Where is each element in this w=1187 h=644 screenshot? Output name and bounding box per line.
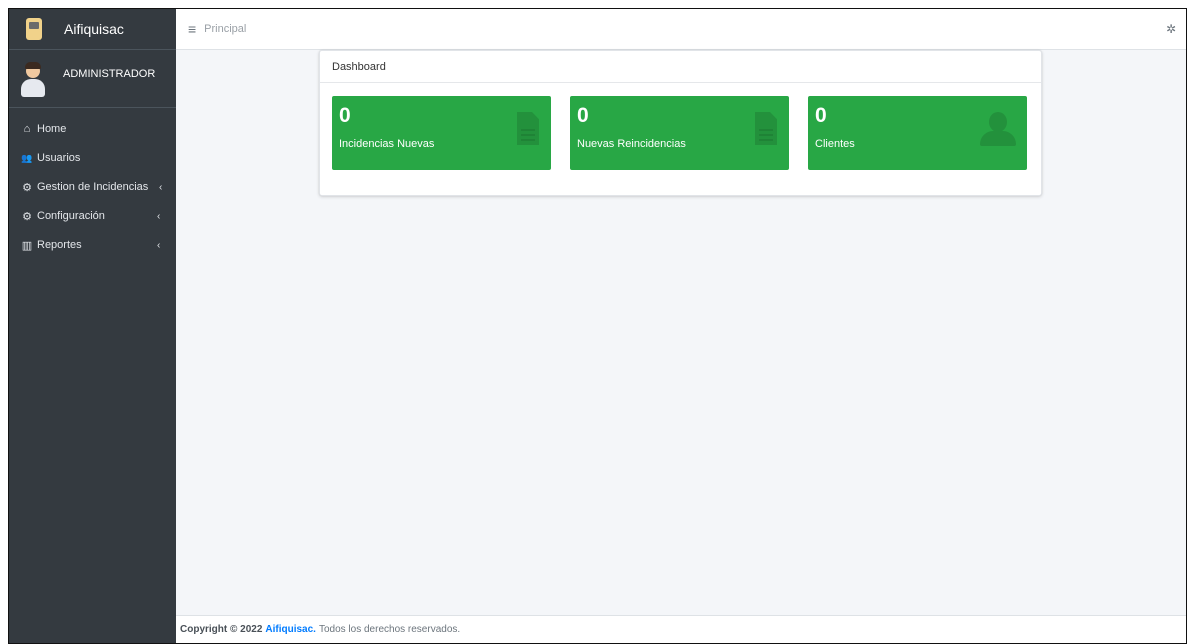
- breadcrumb[interactable]: Principal: [204, 23, 246, 35]
- copyright-text: Copyright © 2022: [180, 624, 263, 635]
- sidebar-item-label: Home: [37, 123, 67, 135]
- stat-label: Nuevas Reincidencias: [577, 138, 686, 150]
- footer-brand-link[interactable]: Aifiquisac.: [265, 624, 316, 635]
- document-icon: [517, 112, 539, 145]
- stat-box-clientes[interactable]: 0 Clientes: [808, 96, 1027, 170]
- sidebar: Aifiquisac ADMINISTRADOR ⌂ Home 👥 Usuari…: [9, 9, 176, 643]
- stat-box-incidencias-nuevas[interactable]: 0 Incidencias Nuevas: [332, 96, 551, 170]
- sidebar-item-gestion-incidencias[interactable]: ⚙ Gestion de Incidencias ‹: [9, 176, 176, 198]
- brand[interactable]: Aifiquisac: [9, 9, 176, 50]
- sidebar-item-label: Usuarios: [37, 152, 81, 164]
- sidebar-item-reportes[interactable]: ▥ Reportes ‹: [9, 234, 176, 256]
- stat-label: Incidencias Nuevas: [339, 138, 435, 150]
- users-icon: 👥: [21, 152, 33, 163]
- chevron-left-icon: ‹: [157, 239, 161, 251]
- user-icon: [980, 112, 1016, 146]
- chevron-left-icon: ‹: [159, 181, 163, 193]
- brand-name: Aifiquisac: [64, 21, 124, 37]
- chart-icon: ▥: [21, 239, 33, 252]
- footer-rights: Todos los derechos reservados.: [318, 624, 461, 635]
- user-name: ADMINISTRADOR: [63, 68, 156, 80]
- sidebar-item-configuracion[interactable]: ⚙ Configuración ‹: [9, 205, 176, 227]
- chevron-left-icon: ‹: [157, 210, 161, 222]
- stat-label: Clientes: [815, 138, 855, 150]
- menu-toggle-icon[interactable]: ≡: [188, 21, 196, 37]
- stat-box-nuevas-reincidencias[interactable]: 0 Nuevas Reincidencias: [570, 96, 789, 170]
- sidebar-item-label: Gestion de Incidencias: [37, 181, 149, 193]
- cogs-icon: ⚙: [22, 181, 32, 194]
- brand-logo-icon: [26, 18, 42, 40]
- avatar: [19, 62, 47, 98]
- app-frame: Aifiquisac ADMINISTRADOR ⌂ Home 👥 Usuari…: [8, 8, 1187, 644]
- footer: Copyright © 2022 Aifiquisac. Todos los d…: [176, 615, 1186, 643]
- stat-value: 0: [339, 104, 351, 127]
- settings-icon[interactable]: ✲: [1166, 22, 1176, 36]
- document-icon: [755, 112, 777, 145]
- dashboard-card: Dashboard 0 Incidencias Nuevas 0 Nuevas …: [319, 50, 1042, 196]
- sidebar-item-usuarios[interactable]: 👥 Usuarios: [9, 147, 176, 169]
- user-panel[interactable]: ADMINISTRADOR: [9, 50, 176, 108]
- sidebar-item-label: Configuración: [37, 210, 105, 222]
- stat-value: 0: [815, 104, 827, 127]
- card-title: Dashboard: [320, 51, 1041, 83]
- cogs-icon: ⚙: [22, 210, 32, 223]
- stat-value: 0: [577, 104, 589, 127]
- home-icon: ⌂: [23, 123, 31, 135]
- sidebar-item-label: Reportes: [37, 239, 82, 251]
- topbar: ≡ Principal ✲: [176, 9, 1186, 50]
- sidebar-item-home[interactable]: ⌂ Home: [9, 118, 176, 140]
